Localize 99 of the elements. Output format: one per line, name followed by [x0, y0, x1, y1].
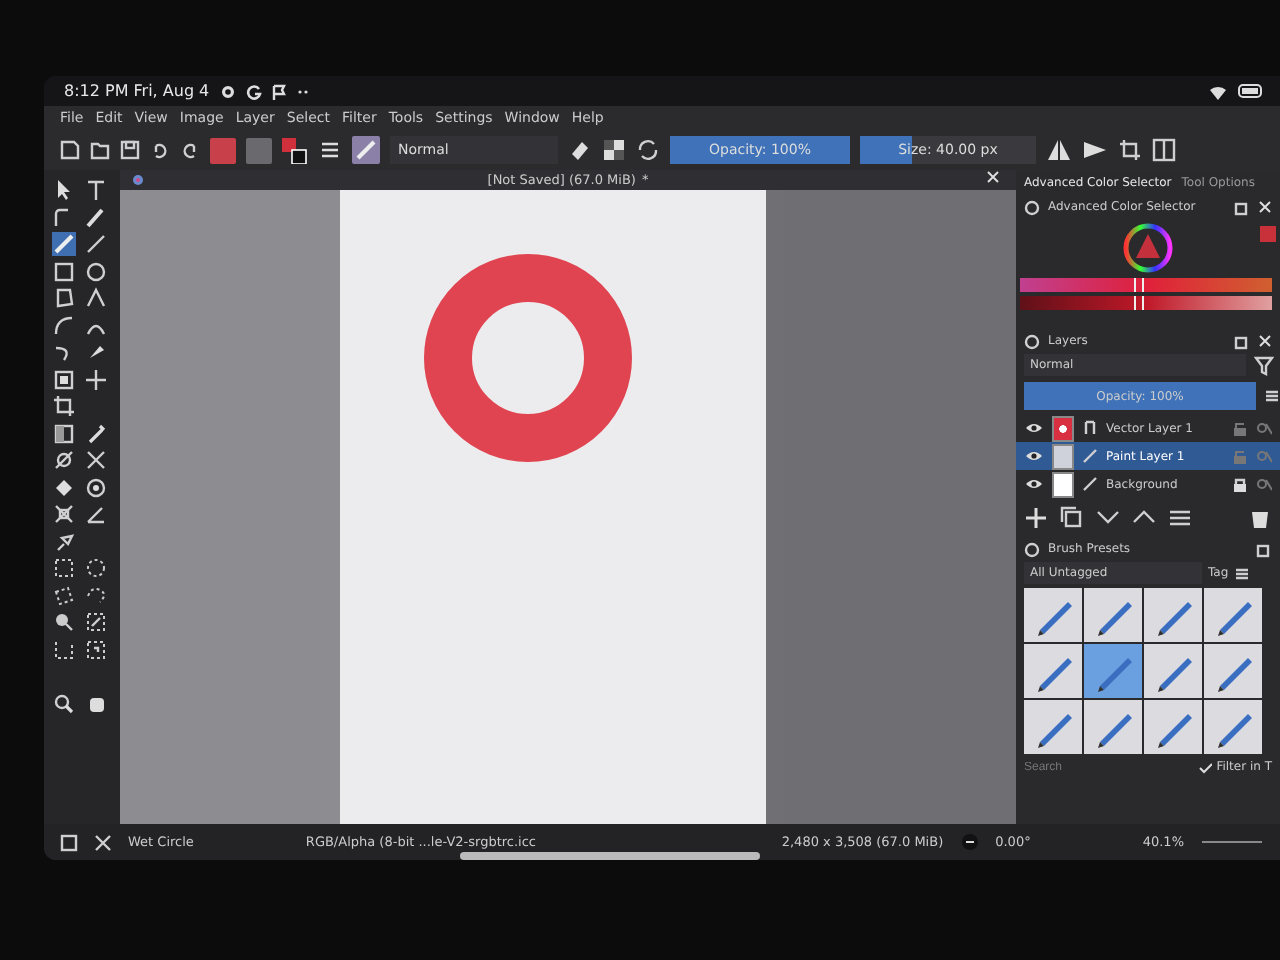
vector-layer-icon: [1082, 420, 1098, 436]
brush-icon[interactable]: [52, 232, 76, 256]
alpha-lock-icon[interactable]: [602, 138, 626, 162]
hue-slider[interactable]: [1020, 278, 1272, 292]
krita-logo-icon: [132, 174, 144, 186]
brush-preset[interactable]: [1144, 700, 1202, 754]
brush-preset[interactable]: [1204, 700, 1262, 754]
layer-thumbnail: [1052, 415, 1074, 441]
gradient-icon[interactable]: [52, 421, 76, 445]
g-logo-icon: [245, 83, 262, 99]
multibrush-icon[interactable]: [84, 340, 108, 364]
filter-icon[interactable]: [1254, 355, 1274, 375]
triangle-icon[interactable]: [1082, 138, 1108, 162]
list-icon[interactable]: [318, 138, 342, 162]
fill-bucket-icon[interactable]: [52, 475, 76, 499]
menu-icon[interactable]: [1264, 388, 1280, 404]
unlocked-icon[interactable]: [1232, 420, 1248, 436]
float-icon[interactable]: [1234, 199, 1250, 215]
save-icon[interactable]: [120, 140, 140, 160]
swatch-icon[interactable]: [1260, 226, 1276, 242]
pin-icon[interactable]: [52, 529, 76, 553]
brush-preset[interactable]: [1204, 588, 1262, 642]
brush-preset[interactable]: [1024, 588, 1082, 642]
folder-icon[interactable]: [90, 140, 110, 160]
text-tool-icon[interactable]: [84, 178, 108, 202]
brush-preset-icon[interactable]: [352, 136, 380, 164]
color-wheel-icon[interactable]: [1122, 222, 1174, 274]
brush-preset[interactable]: [1204, 644, 1262, 698]
close-icon[interactable]: [1258, 200, 1272, 214]
enclose-fill-icon[interactable]: [84, 475, 108, 499]
checkmark-icon[interactable]: [1198, 761, 1213, 773]
polygon-icon[interactable]: [52, 286, 76, 310]
float-icon[interactable]: [1234, 333, 1250, 349]
more-icon: [297, 85, 310, 97]
layer-thumbnail: [1052, 443, 1074, 469]
eye-icon[interactable]: [1024, 420, 1044, 436]
rectangle-icon[interactable]: [52, 259, 76, 283]
eye-icon[interactable]: [1024, 448, 1044, 464]
close-icon[interactable]: [1258, 334, 1272, 348]
layer-thumbnail: [1052, 471, 1074, 497]
reload-icon[interactable]: [636, 138, 660, 162]
new-document-icon[interactable]: [60, 140, 80, 160]
line-icon[interactable]: [84, 232, 108, 256]
colorize-icon[interactable]: [52, 448, 76, 472]
brush-preset[interactable]: [1084, 588, 1142, 642]
menu-icon[interactable]: [1168, 506, 1192, 530]
clock-time: 8:12 PM Fri, Aug 4: [64, 82, 210, 100]
menu-icon[interactable]: [1234, 565, 1251, 581]
magnetic-select-icon[interactable]: [84, 637, 108, 661]
eye-icon[interactable]: [1024, 476, 1044, 492]
pointer-icon[interactable]: [52, 178, 76, 202]
similar-select-icon[interactable]: [84, 610, 108, 634]
add-icon[interactable]: [1024, 506, 1048, 530]
calligraphy-icon[interactable]: [84, 205, 108, 229]
measure-icon[interactable]: [84, 502, 108, 526]
crop-icon[interactable]: [52, 394, 76, 418]
alpha-icon[interactable]: [1256, 476, 1272, 492]
flag-icon: [271, 83, 288, 99]
float-icon[interactable]: [1256, 541, 1272, 557]
assistant-icon[interactable]: [52, 502, 76, 526]
eyedropper-icon[interactable]: [84, 421, 108, 445]
ellipse-select-icon[interactable]: [84, 556, 108, 580]
smart-patch-icon[interactable]: [84, 448, 108, 472]
wifi-icon: [1208, 83, 1228, 99]
mirror-icon[interactable]: [1046, 138, 1072, 162]
brush-preset[interactable]: [1084, 700, 1142, 754]
move-icon[interactable]: [84, 367, 108, 391]
zoom-slider-icon[interactable]: [1200, 836, 1264, 848]
zoom-icon[interactable]: [52, 691, 76, 715]
shade-slider[interactable]: [1020, 296, 1272, 310]
battery-icon: [1238, 83, 1264, 99]
slider-handle[interactable]: [1134, 296, 1145, 310]
undo-icon[interactable]: [150, 140, 170, 160]
duplicate-icon[interactable]: [1060, 506, 1084, 530]
brush-preset[interactable]: [1024, 700, 1082, 754]
contiguous-select-icon[interactable]: [52, 610, 76, 634]
ellipse-icon[interactable]: [84, 259, 108, 283]
alpha-icon[interactable]: [1256, 420, 1272, 436]
close-icon[interactable]: [986, 170, 1000, 184]
selection-icon[interactable]: [60, 833, 78, 851]
redo-icon[interactable]: [180, 140, 200, 160]
transform-icon[interactable]: [52, 367, 76, 391]
pattern-swatch[interactable]: [246, 137, 272, 163]
polygon-select-icon[interactable]: [52, 583, 76, 607]
polyline-icon[interactable]: [84, 286, 108, 310]
slider-handle[interactable]: [1134, 278, 1145, 292]
brush-preset[interactable]: [1024, 644, 1082, 698]
lock-icon[interactable]: [1232, 476, 1248, 492]
color-swatches-icon[interactable]: [282, 137, 308, 163]
bezier-select-icon[interactable]: [52, 637, 76, 661]
brush-preset[interactable]: [1144, 644, 1202, 698]
bezier-icon[interactable]: [52, 313, 76, 337]
rectangle-select-icon[interactable]: [52, 556, 76, 580]
gear-icon: [219, 83, 236, 99]
brush-preset[interactable]: [1144, 588, 1202, 642]
trash-icon[interactable]: [1248, 506, 1272, 530]
rotate-icon[interactable]: [959, 832, 980, 852]
eraser-icon[interactable]: [568, 138, 592, 162]
gradient-swatch[interactable]: [210, 137, 236, 163]
